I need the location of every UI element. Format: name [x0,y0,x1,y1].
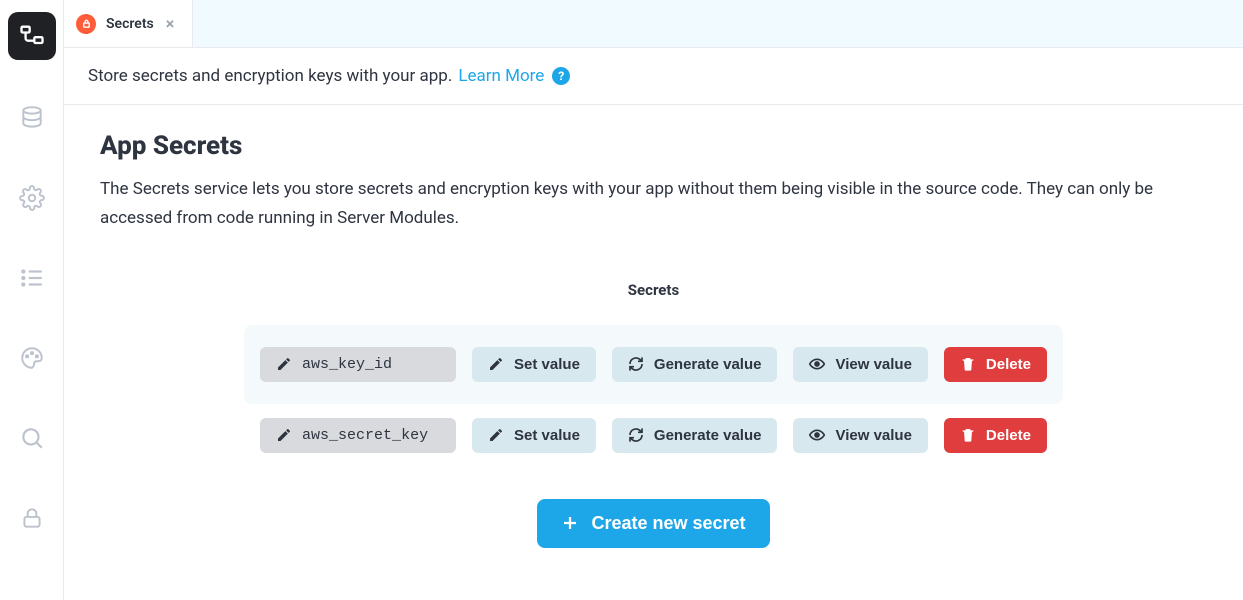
left-sidebar [0,0,64,600]
app-tree-icon [18,22,46,50]
set-value-button[interactable]: Set value [472,347,596,382]
learn-more-link[interactable]: Learn More [458,66,544,86]
lock-icon [19,505,45,531]
trash-icon [960,427,976,443]
lock-circle-icon [76,14,96,34]
eye-icon [809,356,825,372]
secrets-section: Secrets aws_key_id Set value Generate va… [100,281,1207,548]
refresh-icon [628,356,644,372]
pencil-icon [488,356,504,372]
sidebar-item-logs[interactable] [10,256,54,300]
sidebar-item-settings[interactable] [10,176,54,220]
content-area: App Secrets The Secrets service lets you… [64,105,1243,600]
generate-value-button[interactable]: Generate value [612,418,778,453]
plus-icon [561,514,579,532]
list-icon [19,265,45,291]
sidebar-item-secrets[interactable] [10,496,54,540]
page-description: The Secrets service lets you store secre… [100,175,1180,233]
refresh-icon [628,427,644,443]
view-value-button[interactable]: View value [793,347,927,382]
delete-button[interactable]: Delete [944,418,1047,453]
secret-name-button[interactable]: aws_key_id [260,347,456,382]
tab-label: Secrets [106,16,154,32]
secret-row: aws_key_id Set value Generate value View… [244,325,1063,404]
pencil-icon [488,427,504,443]
delete-label: Delete [986,356,1031,373]
delete-button[interactable]: Delete [944,347,1047,382]
intro-text: Store secrets and encryption keys with y… [88,66,452,86]
view-value-label: View value [835,427,911,444]
create-new-secret-button[interactable]: Create new secret [537,499,769,548]
pencil-icon [276,427,292,443]
secret-row: aws_secret_key Set value Generate value … [260,404,1047,467]
trash-icon [960,356,976,372]
secret-name-label: aws_key_id [302,356,392,373]
page-title: App Secrets [100,131,1207,161]
secrets-heading: Secrets [628,281,679,299]
eye-icon [809,427,825,443]
intro-bar: Store secrets and encryption keys with y… [64,48,1243,105]
help-icon[interactable]: ? [552,67,570,85]
tab-bar: Secrets × [64,0,1243,48]
set-value-button[interactable]: Set value [472,418,596,453]
secret-name-label: aws_secret_key [302,427,428,444]
pencil-icon [276,356,292,372]
tab-secrets[interactable]: Secrets × [64,0,193,47]
delete-label: Delete [986,427,1031,444]
view-value-button[interactable]: View value [793,418,927,453]
database-icon [19,105,45,131]
secret-name-button[interactable]: aws_secret_key [260,418,456,453]
sidebar-item-search[interactable] [10,416,54,460]
sidebar-item-database[interactable] [10,96,54,140]
generate-value-button[interactable]: Generate value [612,347,778,382]
palette-icon [19,345,45,371]
set-value-label: Set value [514,427,580,444]
create-new-secret-label: Create new secret [591,513,745,534]
gear-icon [19,185,45,211]
sidebar-item-app-browser[interactable] [8,12,56,60]
generate-value-label: Generate value [654,427,762,444]
tab-close-button[interactable]: × [164,14,177,34]
search-icon [19,425,45,451]
sidebar-item-theme[interactable] [10,336,54,380]
view-value-label: View value [835,356,911,373]
main-area: Secrets × Store secrets and encryption k… [64,0,1243,600]
generate-value-label: Generate value [654,356,762,373]
set-value-label: Set value [514,356,580,373]
